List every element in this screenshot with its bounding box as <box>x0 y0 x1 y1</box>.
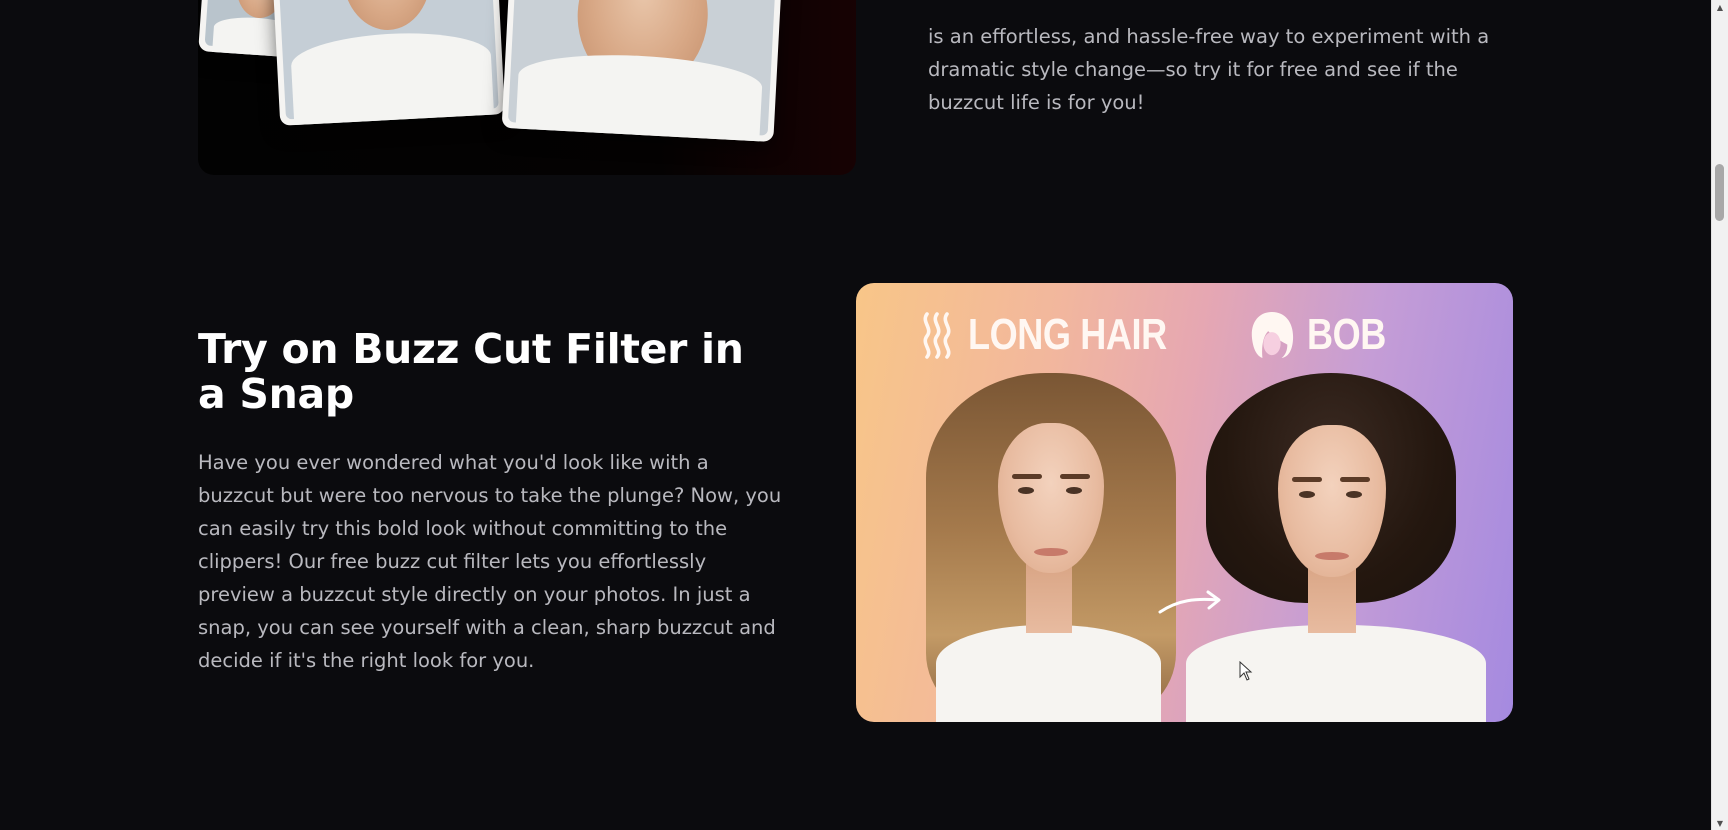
vertical-scrollbar[interactable]: ▲ ▼ <box>1711 0 1728 830</box>
previous-section-paragraph: is an effortless, and hassle-free way to… <box>928 24 1490 114</box>
scrollbar-thumb[interactable] <box>1715 164 1724 221</box>
page: is an effortless, and hassle-free way to… <box>0 0 1712 830</box>
long-hair-portrait <box>926 363 1186 722</box>
mouse-pointer-icon <box>1239 661 1253 681</box>
right-arrow-icon <box>1158 590 1221 614</box>
before-label-text: LONG HAIR <box>968 310 1167 359</box>
before-label: LONG HAIR <box>918 307 1210 363</box>
section-heading: Try on Buzz Cut Filter in a Snap <box>198 325 744 418</box>
scroll-up-arrow-icon[interactable]: ▲ <box>1712 0 1728 14</box>
hairstyle-demo-image: LONG HAIR BOB <box>856 283 1513 722</box>
wavy-hair-icon <box>923 312 951 359</box>
headshot-photo <box>271 0 506 126</box>
after-label-text: BOB <box>1307 310 1386 359</box>
before-after-headshots-image <box>198 0 856 175</box>
bob-hair-portrait <box>1186 363 1486 722</box>
section-paragraph: Have you ever wondered what you'd look l… <box>198 451 782 672</box>
headshot-photo <box>501 0 783 142</box>
after-label: BOB <box>1249 307 1403 363</box>
scroll-down-arrow-icon[interactable]: ▼ <box>1712 816 1728 830</box>
bob-hair-icon <box>1251 312 1294 358</box>
